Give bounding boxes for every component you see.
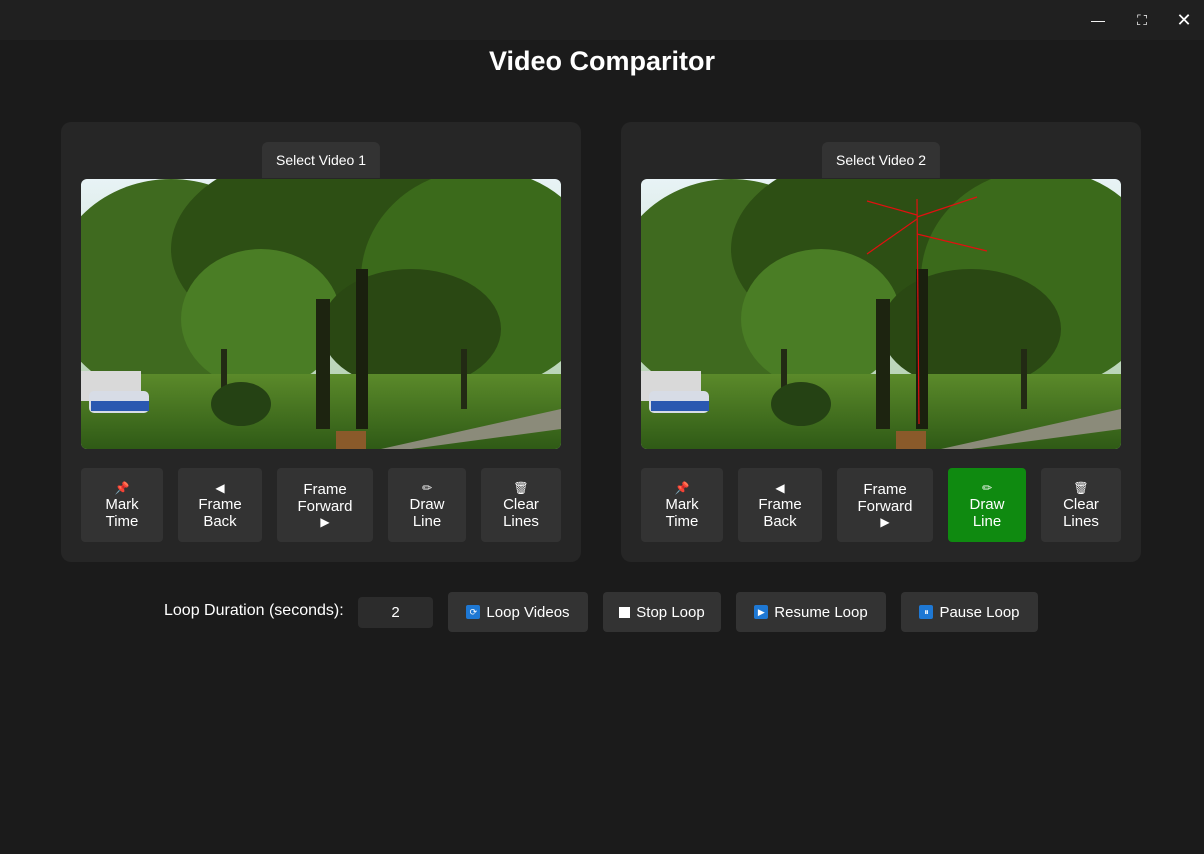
clear-lines-label: Clear <box>503 495 539 513</box>
frame-forward-label: Frame <box>303 480 347 498</box>
clear-lines-label: Clear <box>1063 495 1099 513</box>
clear-lines-button[interactable]: 🗑 Clear Lines <box>481 468 561 542</box>
loop-duration-input[interactable] <box>358 597 433 628</box>
title-bar: — ⛶ ✕ <box>0 0 1204 40</box>
draw-line-label: Draw <box>409 495 445 513</box>
pin-icon: 📌 <box>674 480 690 495</box>
loop-controls: Loop Duration (seconds): ⟳ Loop Videos S… <box>0 592 1204 632</box>
maximize-icon[interactable]: ⛶ <box>1120 0 1164 40</box>
frame-back-label: Back <box>203 512 237 530</box>
video-1-frame <box>81 179 561 449</box>
close-icon[interactable]: ✕ <box>1162 0 1204 40</box>
frame-forward-label: Forward <box>857 497 913 515</box>
mark-time-label: Mark <box>105 495 139 513</box>
select-video-2-button[interactable]: Select Video 2 <box>821 142 941 178</box>
mark-time-button[interactable]: 📌 Mark Time <box>641 468 723 542</box>
app-title: Video Comparitor <box>488 46 716 76</box>
clear-lines-button[interactable]: 🗑 Clear Lines <box>1041 468 1121 542</box>
loop-videos-button[interactable]: ⟳ Loop Videos <box>448 592 588 632</box>
frame-forward-label: Frame <box>863 480 907 498</box>
pause-icon: ⏸ <box>919 605 934 619</box>
mark-time-label: Time <box>105 512 139 530</box>
clear-lines-label: Lines <box>503 512 539 530</box>
clear-lines-label: Lines <box>1063 512 1099 530</box>
pen-icon: ✏ <box>981 480 993 495</box>
frame-forward-button[interactable]: Frame Forward ▶ <box>277 468 373 542</box>
minimize-icon[interactable]: — <box>1076 0 1120 40</box>
arrow-left-icon: ◀ <box>215 480 225 495</box>
frame-back-button[interactable]: ◀ Frame Back <box>738 468 822 542</box>
frame-back-label: Frame <box>198 495 242 513</box>
draw-line-label: Draw <box>969 495 1005 513</box>
video-2-player[interactable] <box>641 179 1121 449</box>
trash-icon: 🗑 <box>1073 480 1089 495</box>
stop-icon <box>619 606 631 618</box>
frame-back-label: Back <box>763 512 797 530</box>
stop-loop-label: Stop Loop <box>636 603 705 621</box>
mark-time-button[interactable]: 📌 Mark Time <box>81 468 163 542</box>
stop-loop-button[interactable]: Stop Loop <box>603 592 721 632</box>
play-icon: ▶ <box>754 605 769 619</box>
video-2-frame <box>641 179 1121 449</box>
frame-forward-button[interactable]: Frame Forward ▶ <box>837 468 933 542</box>
frame-forward-label: Forward <box>297 497 353 515</box>
draw-line-button[interactable]: ✏ Draw Line <box>948 468 1026 542</box>
pause-loop-button[interactable]: ⏸ Pause Loop <box>901 592 1038 632</box>
draw-line-label: Line <box>412 512 442 530</box>
video-panel-1: Select Video 1 📌 Mark Time ◀ Frame Back … <box>61 122 581 562</box>
video-panel-2: Select Video 2 📌 Mark Time ◀ Frame Back … <box>621 122 1141 562</box>
draw-line-label: Line <box>972 512 1002 530</box>
mark-time-label: Mark <box>665 495 699 513</box>
resume-loop-button[interactable]: ▶ Resume Loop <box>736 592 886 632</box>
mark-time-label: Time <box>665 512 699 530</box>
frame-back-label: Frame <box>758 495 802 513</box>
refresh-icon: ⟳ <box>466 605 481 619</box>
select-video-1-button[interactable]: Select Video 1 <box>261 142 381 178</box>
video-1-player[interactable] <box>81 179 561 449</box>
arrow-right-icon: ▶ <box>320 514 330 529</box>
pen-icon: ✏ <box>421 480 433 495</box>
trash-icon: 🗑 <box>513 480 529 495</box>
arrow-right-icon: ▶ <box>880 514 890 529</box>
pause-loop-label: Pause Loop <box>939 603 1020 621</box>
draw-line-button[interactable]: ✏ Draw Line <box>388 468 466 542</box>
loop-videos-label: Loop Videos <box>486 603 570 621</box>
arrow-left-icon: ◀ <box>775 480 785 495</box>
loop-duration-label: Loop Duration (seconds): <box>164 602 344 619</box>
resume-loop-label: Resume Loop <box>774 603 868 621</box>
frame-back-button[interactable]: ◀ Frame Back <box>178 468 262 542</box>
pin-icon: 📌 <box>114 480 130 495</box>
